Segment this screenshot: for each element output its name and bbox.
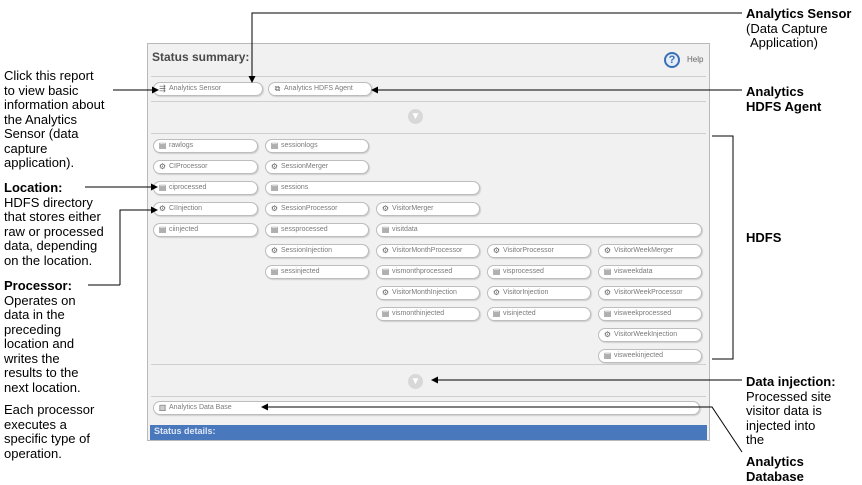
hdfs-bracket: [712, 135, 734, 360]
callout-line: [248, 12, 742, 83]
callout-line: [261, 403, 743, 453]
callout-lines: [85, 12, 743, 453]
callout-line: [119, 206, 158, 285]
